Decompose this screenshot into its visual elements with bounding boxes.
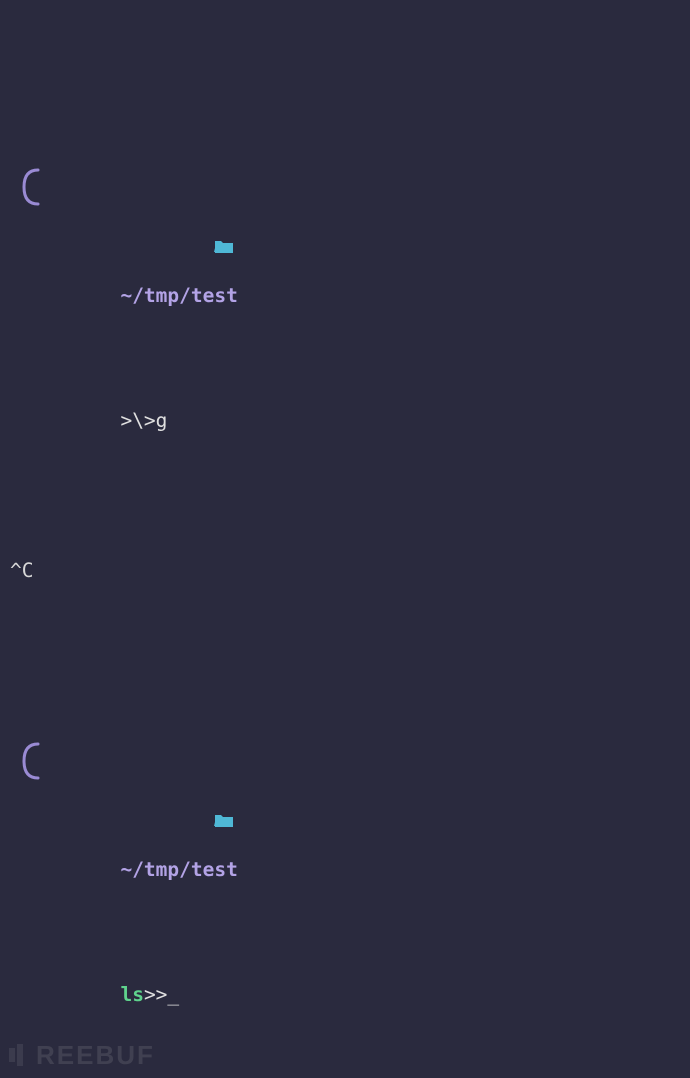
folder-icon (120, 211, 142, 286)
prompt-arc-icon (16, 686, 44, 734)
prompt-block: ~/tmp/test >\>g (10, 110, 684, 509)
prompt-arc-icon (16, 112, 44, 160)
command[interactable]: ls (120, 983, 143, 1006)
folder-icon (120, 785, 142, 860)
command-args[interactable]: >>_ (144, 983, 179, 1006)
prompt-block: ~/tmp/test ls>>_ (10, 684, 684, 1078)
cwd-path: ~/tmp/test (120, 858, 237, 881)
cwd-path: ~/tmp/test (120, 284, 237, 307)
output-line: ^C (10, 559, 684, 584)
command-line[interactable]: >\>g (120, 409, 167, 432)
terminal-output[interactable]: ~/tmp/test >\>g ^C ~/tmp/test ls>>_ (0, 0, 690, 1078)
